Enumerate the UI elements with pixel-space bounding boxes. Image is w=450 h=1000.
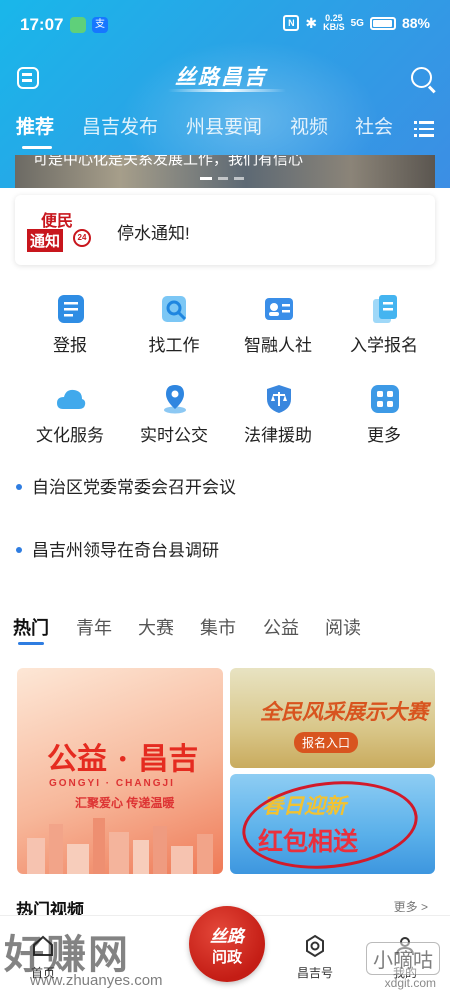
- net-speed: 0.25 KB/S: [323, 14, 345, 32]
- signup-entry-button[interactable]: 报名入口: [294, 732, 359, 753]
- service-find-job[interactable]: 找工作: [124, 293, 224, 363]
- service-label: 登报: [53, 336, 87, 355]
- message-app-icon: [70, 17, 86, 33]
- news-item[interactable]: 昌吉州领导在奇台县调研: [16, 536, 219, 561]
- logo-line2: 通知: [27, 229, 64, 252]
- banner-caption: 可是中心化是关系发展工作，我们有信心: [33, 155, 304, 168]
- center-button-line1: 丝路: [210, 927, 244, 947]
- service-label: 智融人社: [244, 336, 312, 355]
- top-bar: 丝路昌吉: [0, 55, 450, 101]
- bianmin-notice-logo: 便民 通知 24: [27, 207, 93, 253]
- job-search-icon: [162, 296, 187, 322]
- location-pin-icon: [164, 385, 186, 414]
- category-tab-contest[interactable]: 大赛: [138, 614, 174, 640]
- header: 17:07 支 N ✱ 0.25 KB/S 5G 88% 丝路昌吉 推荐 昌吉发…: [0, 0, 450, 188]
- gear-icon: [306, 934, 324, 958]
- service-realtime-bus[interactable]: 实时公交: [124, 383, 224, 453]
- nav-changji-hao[interactable]: 昌吉号: [280, 934, 350, 981]
- bullet-dot: [16, 483, 22, 490]
- notice-card[interactable]: 便民 通知 24 停水通知!: [15, 195, 435, 265]
- service-legal-aid[interactable]: 法律援助: [228, 383, 328, 453]
- headline-banner[interactable]: 可是中心化是关系发展工作，我们有信心: [15, 155, 435, 188]
- category-tab-youth[interactable]: 青年: [76, 614, 112, 640]
- id-card-icon: [265, 298, 293, 320]
- card1-slogan: 汇聚爱心 传递温暖: [75, 796, 175, 810]
- tab-society[interactable]: 社会: [355, 112, 393, 139]
- signal-icon: 5G: [350, 17, 364, 29]
- status-time: 17:07: [20, 15, 64, 34]
- red-circle-annotation: [237, 774, 423, 874]
- brand-swoosh: [168, 89, 286, 92]
- nav-label: 昌吉号: [296, 966, 333, 980]
- watermark-right-url: xdgit.com: [384, 976, 436, 990]
- spring-red-envelope-card[interactable]: 春日迎新 红包相送: [230, 774, 435, 874]
- brand-logo: 丝路昌吉: [175, 64, 267, 89]
- charity-changji-card[interactable]: 公益 · 昌吉 GONGYI · CHANGJI 汇聚爱心 传递温暖: [17, 668, 223, 874]
- cloud-icon: [57, 389, 86, 409]
- news-title: 昌吉州领导在奇台县调研: [32, 541, 219, 560]
- notice-text: 停水通知!: [117, 224, 190, 243]
- enrollment-icon: [373, 295, 397, 323]
- center-button-line2: 问政: [211, 949, 242, 966]
- category-tab-reading[interactable]: 阅读: [325, 614, 361, 640]
- silk-road-inquiry-button[interactable]: 丝路 问政: [189, 906, 265, 982]
- more-link[interactable]: 更多 >: [394, 898, 428, 912]
- service-more[interactable]: 更多: [334, 383, 434, 453]
- service-culture[interactable]: 文化服务: [20, 383, 120, 453]
- net-speed-unit: KB/S: [323, 22, 345, 32]
- card1-title: 公益 · 昌吉: [47, 742, 199, 777]
- battery-percent: 88%: [401, 15, 430, 31]
- battery-icon: [369, 16, 396, 30]
- channel-tabs: 推荐 昌吉发布 州县要闻 视频 社会: [0, 112, 450, 152]
- service-label: 文化服务: [36, 426, 104, 445]
- channel-list-icon[interactable]: [414, 121, 434, 137]
- service-label: 法律援助: [244, 426, 312, 445]
- more-grid-icon: [371, 385, 399, 413]
- news-title: 自治区党委常委会召开会议: [32, 478, 236, 497]
- newspaper-icon: [58, 295, 84, 323]
- tab-recommend[interactable]: 推荐: [16, 112, 54, 139]
- service-label: 找工作: [148, 336, 200, 355]
- service-label: 入学报名: [350, 336, 418, 355]
- tab-county-news[interactable]: 州县要闻: [186, 112, 262, 139]
- city-skyline-illustration: [27, 818, 213, 874]
- contest-signup-card[interactable]: 全民风采展示大赛 报名入口: [230, 668, 435, 768]
- status-right: N ✱ 0.25 KB/S 5G 88%: [283, 14, 430, 32]
- service-label: 实时公交: [140, 426, 208, 445]
- card2-title: 全民风采展示大赛: [260, 699, 428, 724]
- nfc-icon: N: [283, 15, 300, 31]
- section-title-hot-video: 热门视频: [16, 901, 84, 916]
- watermark-right: 小嘀咕: [366, 942, 440, 975]
- alipay-app-icon: 支: [92, 17, 108, 33]
- service-enrollment[interactable]: 入学报名: [334, 293, 434, 363]
- legal-scale-icon: [267, 385, 291, 413]
- card1-pinyin: GONGYI · CHANGJI: [49, 778, 175, 789]
- service-label: 更多: [367, 426, 401, 445]
- tab-changji-release[interactable]: 昌吉发布: [82, 112, 158, 139]
- watermark-left-url: www.zhuanyes.com: [30, 972, 163, 989]
- menu-icon[interactable]: [17, 67, 39, 89]
- bullet-dot: [16, 546, 22, 553]
- logo-line1: 便民: [41, 211, 74, 230]
- category-tab-charity[interactable]: 公益: [263, 614, 299, 640]
- category-tab-market[interactable]: 集市: [200, 614, 236, 640]
- search-icon[interactable]: [411, 67, 432, 88]
- service-newspaper[interactable]: 登报: [20, 293, 120, 363]
- active-tab-indicator: [22, 146, 52, 149]
- service-hr-social[interactable]: 智融人社: [228, 293, 328, 363]
- tab-video[interactable]: 视频: [290, 112, 328, 139]
- status-bar: 17:07 支 N ✱ 0.25 KB/S 5G 88%: [0, 0, 450, 50]
- bluetooth-icon: ✱: [305, 14, 318, 31]
- active-category-indicator: [18, 642, 44, 645]
- news-item[interactable]: 自治区党委常委会召开会议: [16, 473, 236, 498]
- logo-badge: 24: [73, 229, 91, 247]
- carousel-dots: [200, 177, 244, 180]
- category-tab-hot[interactable]: 热门: [13, 614, 49, 640]
